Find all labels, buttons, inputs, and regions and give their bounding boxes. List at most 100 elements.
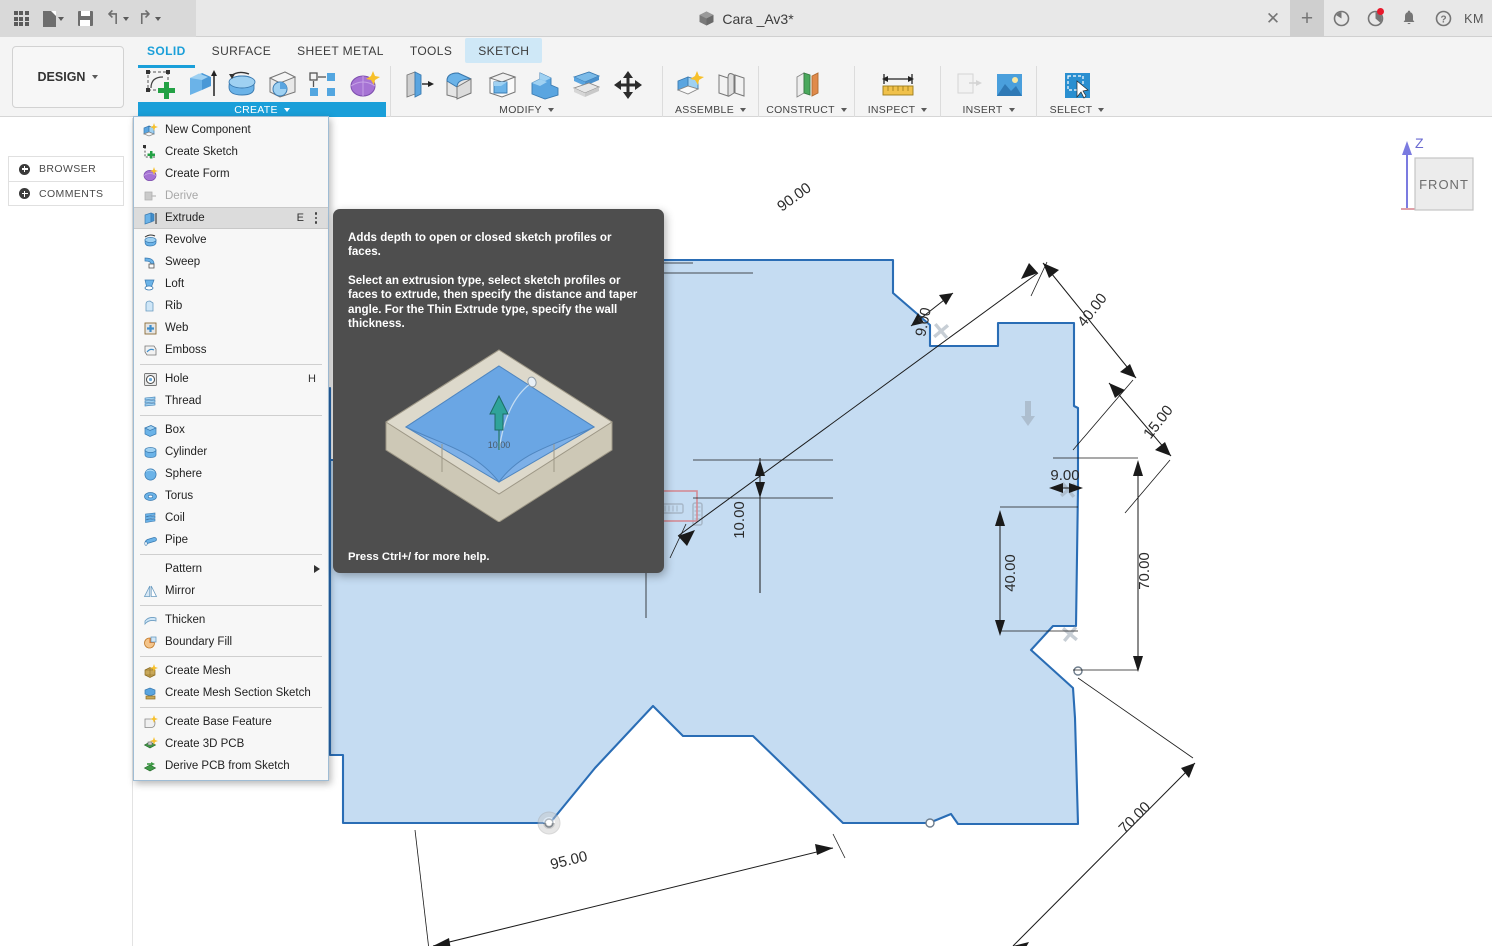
menu-item-create-base-feature[interactable]: Create Base Feature [134, 711, 328, 733]
tab-surface[interactable]: SURFACE [199, 36, 284, 65]
menu-item-coil[interactable]: Coil [134, 507, 328, 529]
menu-item-create-mesh[interactable]: Create Mesh [134, 660, 328, 682]
offset-plane-tool[interactable] [787, 67, 827, 103]
panel-construct-label: CONSTRUCT [766, 104, 835, 116]
menu-item-mirror[interactable]: Mirror [134, 580, 328, 602]
joint-tool[interactable] [712, 67, 752, 103]
panel-assemble-tools [667, 66, 754, 103]
menu-item-sweep[interactable]: Sweep [134, 251, 328, 273]
boundary-fill-icon [142, 634, 158, 650]
menu-item-thicken[interactable]: Thicken [134, 609, 328, 631]
revolve-tool[interactable] [222, 66, 261, 102]
menu-item-create-form[interactable]: Create Form [134, 163, 328, 185]
menu-item-emboss[interactable]: Emboss [134, 339, 328, 361]
menu-item-web[interactable]: Web [134, 317, 328, 339]
user-avatar[interactable]: KM [1460, 0, 1492, 37]
menu-item-create-3d-pcb[interactable]: Create 3D PCB [134, 733, 328, 755]
menu-item-extrude[interactable]: Extrude E [134, 207, 328, 229]
menu-item-thread[interactable]: Thread [134, 390, 328, 412]
insert-derive-tool[interactable] [948, 67, 988, 103]
menu-item-pattern[interactable]: Pattern [134, 558, 328, 580]
undo-arrow-icon: ↰ [105, 8, 121, 29]
redo-button[interactable]: ↱ [134, 4, 164, 34]
menu-item-label: Create Base Feature [165, 716, 272, 728]
fillet-tool[interactable] [440, 67, 480, 103]
menu-item-create-sketch[interactable]: Create Sketch [134, 141, 328, 163]
job-status-button[interactable] [1324, 0, 1358, 37]
menu-item-cylinder[interactable]: Cylinder [134, 441, 328, 463]
mesh-section-sketch-icon [142, 685, 158, 701]
menu-item-revolve[interactable]: Revolve [134, 229, 328, 251]
sidebar-item-browser[interactable]: BROWSER [8, 156, 124, 181]
panel-select-dropdown[interactable]: SELECT [1041, 103, 1113, 117]
menu-item-box[interactable]: Box [134, 419, 328, 441]
panel-construct-tools [763, 66, 850, 103]
menu-item-label: Cylinder [165, 446, 208, 458]
panel-assemble-dropdown[interactable]: ASSEMBLE [667, 103, 754, 117]
hole-tool[interactable] [263, 66, 302, 102]
offset-face-tool[interactable] [566, 67, 606, 103]
panel-modify-dropdown[interactable]: MODIFY [395, 103, 658, 117]
create-form-tool[interactable] [344, 66, 383, 102]
workspace-switcher[interactable]: DESIGN [12, 46, 124, 108]
panel-construct-dropdown[interactable]: CONSTRUCT [763, 103, 850, 117]
new-document-button[interactable] [38, 4, 68, 34]
menu-item-boundary-fill[interactable]: Boundary Fill [134, 631, 328, 653]
new-tab-button[interactable]: + [1290, 0, 1324, 37]
select-tool[interactable] [1057, 67, 1097, 103]
chevron-down-icon [92, 75, 99, 79]
plus-circle-icon [19, 163, 30, 175]
create-dropdown-menu[interactable]: New Component Create Sketch Create Form … [133, 116, 329, 781]
new-component-tool[interactable] [670, 67, 710, 103]
document-tab[interactable]: Cara _Av3* [698, 10, 794, 27]
undo-button[interactable]: ↰ [102, 4, 132, 34]
press-pull-tool[interactable] [398, 67, 438, 103]
close-tab-button[interactable]: ✕ [1256, 0, 1290, 37]
create-sketch-tool[interactable] [141, 66, 180, 102]
combine-tool[interactable] [524, 67, 564, 103]
tab-tools[interactable]: TOOLS [397, 36, 465, 65]
menu-item-label: Create Mesh Section Sketch [165, 687, 311, 699]
menu-item-hole[interactable]: Hole H [134, 368, 328, 390]
panel-create-tools [138, 66, 386, 102]
tab-sheet-metal[interactable]: SHEET METAL [284, 36, 397, 65]
emboss-icon [142, 342, 158, 358]
notifications-activity-button[interactable] [1358, 0, 1392, 37]
ribbon-tabs: SOLID SURFACE SHEET METAL TOOLS SKETCH [134, 36, 543, 68]
mirror-icon [142, 583, 158, 599]
menu-item-torus[interactable]: Torus [134, 485, 328, 507]
insert-canvas-tool[interactable] [990, 67, 1030, 103]
panel-insert-dropdown[interactable]: INSERT [945, 103, 1032, 117]
tab-sketch-label: SKETCH [478, 43, 530, 58]
app-grid-button[interactable] [6, 4, 36, 34]
menu-item-shortcut: E [296, 212, 304, 224]
sidebar-item-comments[interactable]: COMMENTS [8, 181, 124, 206]
menu-item-overflow-icon[interactable] [310, 212, 322, 224]
panel-inspect-dropdown[interactable]: INSPECT [859, 103, 936, 117]
menu-item-pipe[interactable]: Pipe [134, 529, 328, 551]
grid-icon [13, 11, 29, 26]
menu-item-sphere[interactable]: Sphere [134, 463, 328, 485]
menu-item-create-mesh-section-sketch[interactable]: Create Mesh Section Sketch [134, 682, 328, 704]
pattern-tool[interactable] [304, 66, 343, 102]
menu-item-new-component[interactable]: New Component [134, 119, 328, 141]
shell-tool[interactable] [482, 67, 522, 103]
menu-item-label: Extrude [165, 212, 205, 224]
help-button[interactable]: ? [1426, 0, 1460, 37]
menu-item-label: Create Mesh [165, 665, 231, 677]
menu-separator [140, 415, 322, 416]
bell-button[interactable] [1392, 0, 1426, 37]
tab-sketch[interactable]: SKETCH [465, 38, 543, 63]
move-copy-tool[interactable] [608, 67, 648, 103]
new-component-icon [142, 122, 158, 138]
menu-item-rib[interactable]: Rib [134, 295, 328, 317]
menu-item-loft[interactable]: Loft [134, 273, 328, 295]
save-button[interactable] [70, 4, 100, 34]
menu-item-derive-pcb-from-sketch[interactable]: Derive PCB from Sketch [134, 755, 328, 777]
panel-create-dropdown[interactable]: CREATE [138, 102, 386, 117]
measure-tool[interactable] [878, 67, 918, 103]
extrude-tool[interactable] [182, 66, 221, 102]
panel-construct: CONSTRUCT [759, 66, 855, 117]
shell-icon [488, 71, 517, 98]
tab-solid[interactable]: SOLID [134, 36, 199, 68]
